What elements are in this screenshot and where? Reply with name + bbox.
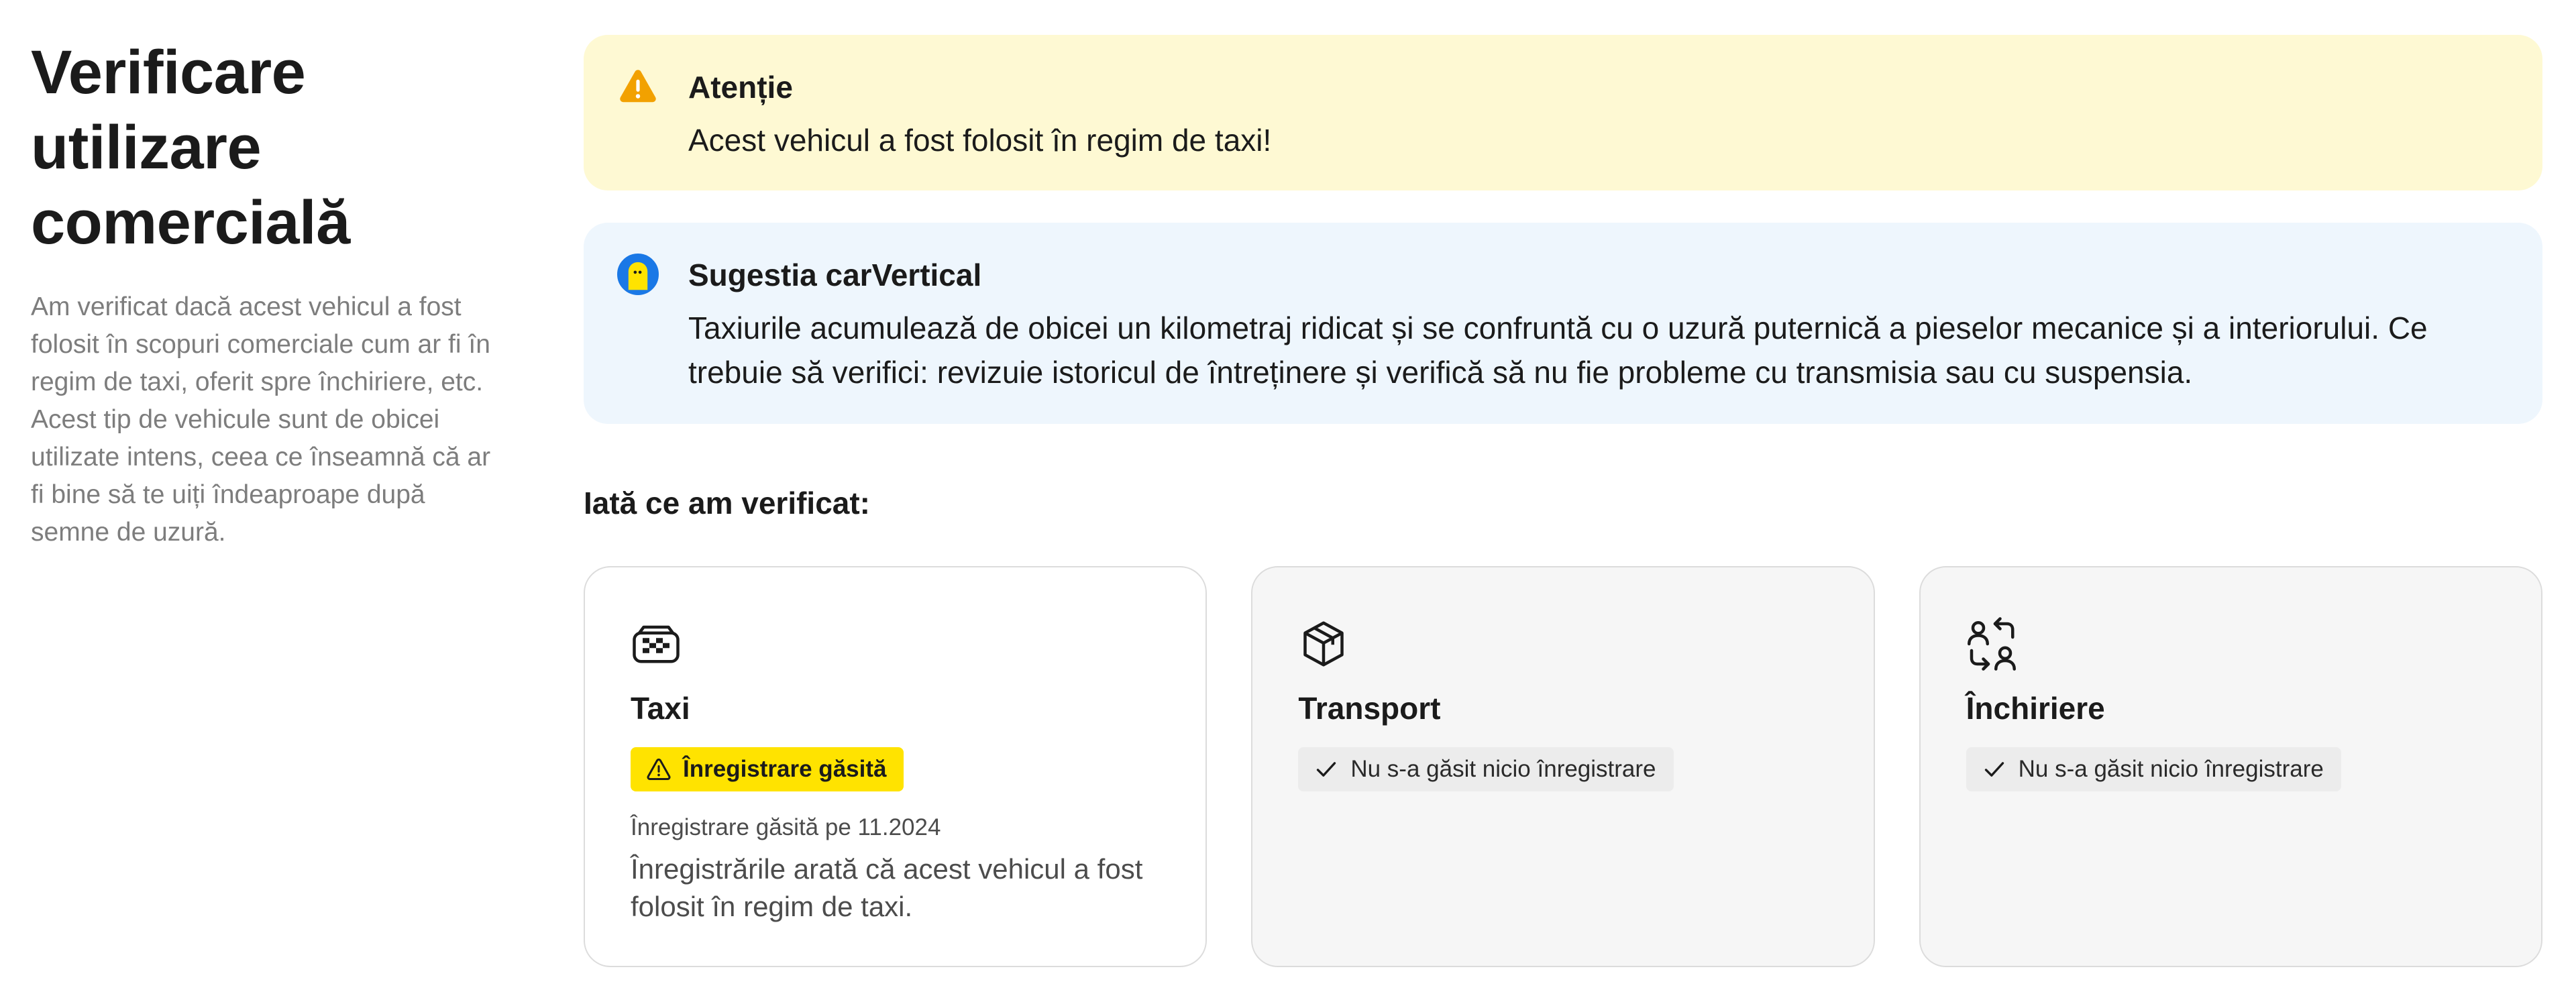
main-content: Atenție Acest vehicul a fost folosit în … — [584, 35, 2542, 967]
page-title-line-3: comercială — [31, 188, 350, 257]
carvertical-mascot-icon — [617, 254, 659, 295]
status-badge: Nu s-a găsit nicio înregistrare — [1298, 747, 1674, 791]
status-badge: Înregistrare găsită — [631, 747, 904, 791]
taxi-sign-icon — [633, 625, 680, 663]
people-exchange-icon — [1967, 617, 2016, 671]
check-card-text: Înregistrările arată că acest vehicul a … — [631, 853, 1143, 922]
page-title-line-2: utilizare — [31, 113, 262, 182]
check-card-rental: Închiriere Nu s-a găsit nicio înregistra… — [1919, 566, 2542, 967]
checkmark-icon — [1317, 762, 1336, 777]
checkmark-icon — [1984, 762, 2004, 777]
check-card-title: Închiriere — [1966, 691, 2105, 726]
package-box-icon — [1303, 621, 1344, 667]
warning-alert-body: Acest vehicul a fost folosit în regim de… — [688, 123, 1272, 158]
checks-heading: Iată ce am verificat: — [584, 486, 871, 520]
check-card-date: Înregistrare găsită pe 11.2024 — [631, 814, 941, 840]
page: Verificare utilizare comercială Am verific… — [0, 0, 2576, 994]
check-card-title: Taxi — [631, 691, 690, 726]
sidebar: Verificare utilizare comercială Am verific… — [31, 35, 514, 551]
status-badge-label: Nu s-a găsit nicio înregistrare — [1350, 756, 1656, 782]
page-title-line-1: Verificare — [31, 38, 306, 107]
check-card-transport: Transport Nu s-a găsit nicio înregistrar… — [1251, 566, 1875, 967]
suggestion-alert-title: Sugestia carVertical — [688, 258, 982, 292]
check-card-title: Transport — [1298, 691, 1441, 726]
page-description: Am verificat dacă acest vehicul a fost f… — [31, 292, 491, 547]
warning-triangle-icon — [647, 759, 671, 780]
status-badge-label: Nu s-a găsit nicio înregistrare — [2018, 756, 2324, 782]
status-badge: Nu s-a găsit nicio înregistrare — [1966, 747, 2341, 791]
warning-alert-title: Atenție — [688, 70, 793, 105]
suggestion-alert-body: Taxiurile acumulează de obicei un kilome… — [688, 311, 2428, 390]
status-badge-label: Înregistrare găsită — [683, 756, 887, 782]
suggestion-alert: Sugestia carVertical Taxiurile acumuleaz… — [584, 223, 2542, 424]
warning-triangle-icon — [620, 70, 656, 103]
checks-card-list: Taxi Înregistrare găsită Înregistrare gă… — [584, 566, 2542, 967]
warning-alert: Atenție Acest vehicul a fost folosit în … — [584, 35, 2542, 190]
page-title: Verificare utilizare comercială — [31, 35, 514, 260]
check-card-taxi: Taxi Înregistrare găsită Înregistrare gă… — [584, 566, 1208, 967]
